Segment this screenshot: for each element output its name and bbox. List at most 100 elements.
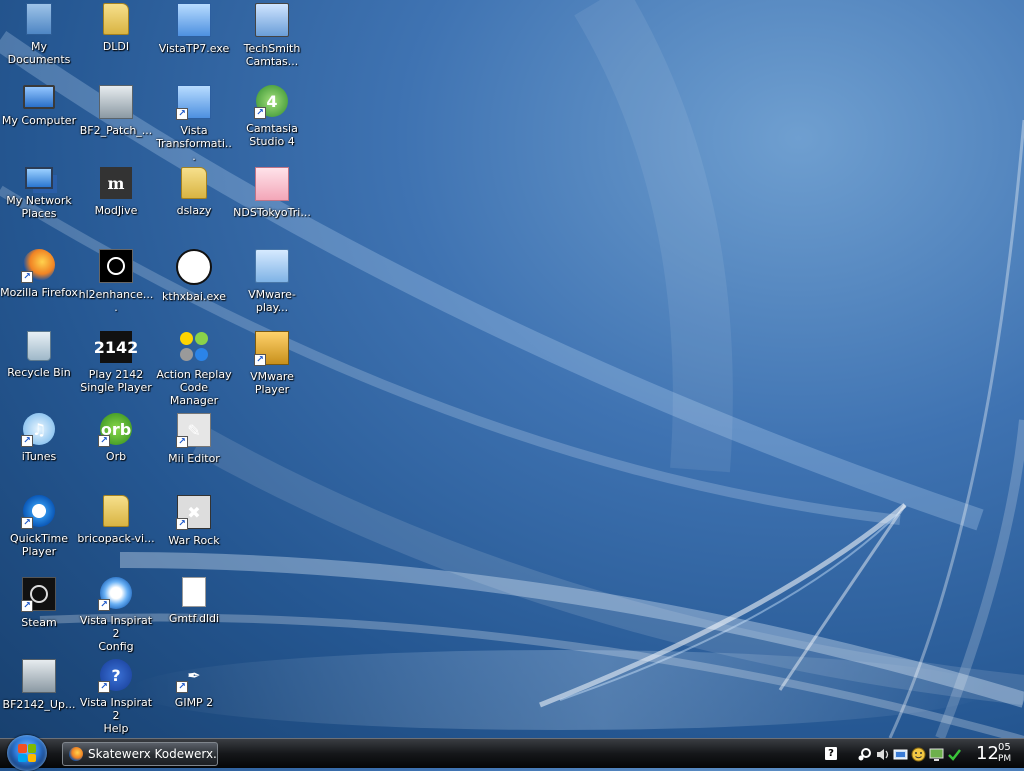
taskbar-button-firefox[interactable]: Skatewerx Kodewerx... [62, 742, 218, 766]
hl2enhance-icon [99, 249, 133, 283]
action-replay-icon [178, 331, 210, 363]
monitor-icon[interactable] [929, 747, 944, 762]
desktop-icon-camtasia-studio-4[interactable]: 4 ↗ Camtasia Studio 4 [233, 83, 311, 163]
desktop-icon-war-rock[interactable]: ✖ ↗ War Rock [155, 493, 233, 573]
bricopack-icon [103, 495, 129, 527]
desktop-icon-vmware-player[interactable]: ↗ VMware Player [233, 329, 311, 409]
desktop-icon-label: Vista Inspirat 2 Config [79, 614, 153, 653]
volume-icon[interactable] [875, 747, 890, 762]
desktop-icon-vista-inspirat-help[interactable]: ? ↗ Vista Inspirat 2 Help [77, 657, 155, 737]
vista-transformation-icon: ↗ [176, 85, 211, 120]
desktop-icon-label: Mii Editor [168, 452, 220, 465]
taskbar: Skatewerx Kodewerx... ? 12 05 PM [0, 735, 1024, 771]
gmtf-dldi-icon [182, 577, 206, 607]
my-computer-icon [23, 85, 55, 109]
security-check-icon[interactable] [947, 747, 962, 762]
desktop-icon-gimp-2[interactable]: ✒ ↗ GIMP 2 [155, 657, 233, 737]
desktop-icon-play-2142[interactable]: 2142 Play 2142 Single Player [77, 329, 155, 409]
techsmith-camtasia-icon [255, 3, 289, 37]
shortcut-arrow-icon: ↗ [176, 108, 188, 120]
steam-icon[interactable] [857, 747, 872, 762]
desktop-icon-vmware-player-setup[interactable]: VMware-play... [233, 247, 311, 327]
desktop-icon-dslazy[interactable]: dslazy [155, 165, 233, 245]
orb-icon: orb ↗ [98, 413, 132, 447]
desktop-icon-bf2142-update[interactable]: BF2142_Up... [0, 657, 78, 737]
bf2142-update-icon [22, 659, 56, 693]
desktop-icon-quicktime-player[interactable]: ↗ QuickTime Player [0, 493, 78, 573]
mozilla-firefox-icon: ↗ [21, 249, 55, 283]
shortcut-arrow-icon: ↗ [21, 600, 33, 612]
desktop-icon-label: VistaTP7.exe [158, 42, 230, 55]
desktop-icon-kthxbai[interactable]: 1 0 kthxbai.exe [155, 247, 233, 327]
desktop-icon-techsmith-camtasia[interactable]: TechSmith Camtas... [233, 1, 311, 81]
vista-inspirat-help-icon: ? ↗ [98, 659, 132, 693]
desktop-icon-my-documents[interactable]: My Documents [0, 1, 78, 81]
desktop-icon-recycle-bin[interactable]: Recycle Bin [0, 329, 78, 409]
desktop-icon-vista-inspirat-config[interactable]: ↗ Vista Inspirat 2 Config [77, 575, 155, 655]
desktop-icon-my-computer[interactable]: My Computer [0, 83, 78, 163]
desktop-icon-label: My Documents [7, 40, 71, 66]
mii-editor-icon: ✎ ↗ [176, 413, 211, 448]
desktop-icon-action-replay[interactable]: Action Replay Code Manager [155, 329, 233, 409]
desktop-icon-label: Vista Transformati... [156, 124, 232, 163]
desktop-icon-dldi[interactable]: DLDI [77, 1, 155, 81]
messenger-icon[interactable] [911, 747, 926, 762]
desktop-icon-label: Camtasia Studio 4 [246, 122, 298, 148]
shortcut-arrow-icon: ↗ [21, 271, 33, 283]
help-icon[interactable]: ? [825, 747, 837, 760]
desktop-icon-ndstokyotri[interactable]: NDSTokyoTri... [233, 165, 311, 245]
desktop-icon-gmtf-dldi[interactable]: Gmtf.dldi [155, 575, 233, 655]
vmware-player-icon: ↗ [254, 331, 289, 366]
war-rock-icon: ✖ ↗ [176, 495, 211, 530]
desktop-icon-label: Mozilla Firefox [0, 286, 78, 299]
desktop-icon-vistatp7[interactable]: VistaTP7.exe [155, 1, 233, 81]
dldi-icon [103, 3, 129, 35]
recycle-bin-icon [27, 331, 51, 361]
desktop-icon-label: My Network Places [6, 194, 72, 220]
desktop-icon-label: VMware Player [250, 370, 294, 396]
desktop-icon-label: Orb [105, 450, 127, 463]
gimp-2-icon: ✒ ↗ [176, 659, 210, 693]
vmware-player-setup-icon [255, 249, 289, 283]
desktop-icon-hl2enhance[interactable]: hl2enhance.... [77, 247, 155, 327]
desktop-icon-label: Action Replay Code Manager [156, 368, 232, 407]
desktop-icon-vista-transformation[interactable]: ↗ Vista Transformati... [155, 83, 233, 163]
dslazy-icon [181, 167, 207, 199]
desktop-icon-label: kthxbai.exe [162, 290, 226, 303]
network-icon[interactable] [893, 747, 908, 762]
my-network-places-icon [25, 167, 53, 189]
desktop-icon-my-network-places[interactable]: My Network Places [0, 165, 78, 245]
taskbar-clock[interactable]: 12 05 PM [976, 743, 1020, 765]
modjive-icon: m [100, 167, 132, 199]
desktop-icon-steam[interactable]: ↗ Steam [0, 575, 78, 655]
shortcut-arrow-icon: ↗ [254, 107, 266, 119]
windows-logo-icon [18, 744, 36, 762]
desktop-icon-label: hl2enhance.... [78, 288, 154, 314]
shortcut-arrow-icon: ↗ [176, 681, 188, 693]
desktop-icon-orb[interactable]: orb ↗ Orb [77, 411, 155, 491]
desktop-icon-label: iTunes [21, 450, 57, 463]
desktop-icon-bf2-patch[interactable]: BF2_Patch_... [77, 83, 155, 163]
play-2142-icon: 2142 [94, 331, 138, 363]
desktop-icon-label: Steam [21, 616, 57, 629]
desktop-icon-label: ModJive [94, 204, 138, 217]
vistatp7-icon [177, 3, 211, 37]
desktop-icon-bricopack[interactable]: bricopack-vi... [77, 493, 155, 573]
desktop-icon-label: TechSmith Camtas... [243, 42, 301, 68]
desktop-icon-label: War Rock [168, 534, 220, 547]
clock-minute: 05 [998, 742, 1011, 753]
desktop-icon-mozilla-firefox[interactable]: ↗ Mozilla Firefox [0, 247, 78, 327]
shortcut-arrow-icon: ↗ [176, 436, 188, 448]
desktop-icon-itunes[interactable]: ♫ ↗ iTunes [0, 411, 78, 491]
desktop-icon-label: NDSTokyoTri... [233, 206, 311, 219]
steam-icon: ↗ [21, 577, 56, 612]
desktop-icon-mii-editor[interactable]: ✎ ↗ Mii Editor [155, 411, 233, 491]
desktop-icon-label: DLDI [102, 40, 130, 53]
ndstokyotri-icon [255, 167, 289, 201]
start-button[interactable] [7, 735, 47, 771]
desktop-icon-label: QuickTime Player [9, 532, 69, 558]
shortcut-arrow-icon: ↗ [98, 599, 110, 611]
shortcut-arrow-icon: ↗ [98, 681, 110, 693]
desktop-icon-modjive[interactable]: m ModJive [77, 165, 155, 245]
shortcut-arrow-icon: ↗ [254, 354, 266, 366]
